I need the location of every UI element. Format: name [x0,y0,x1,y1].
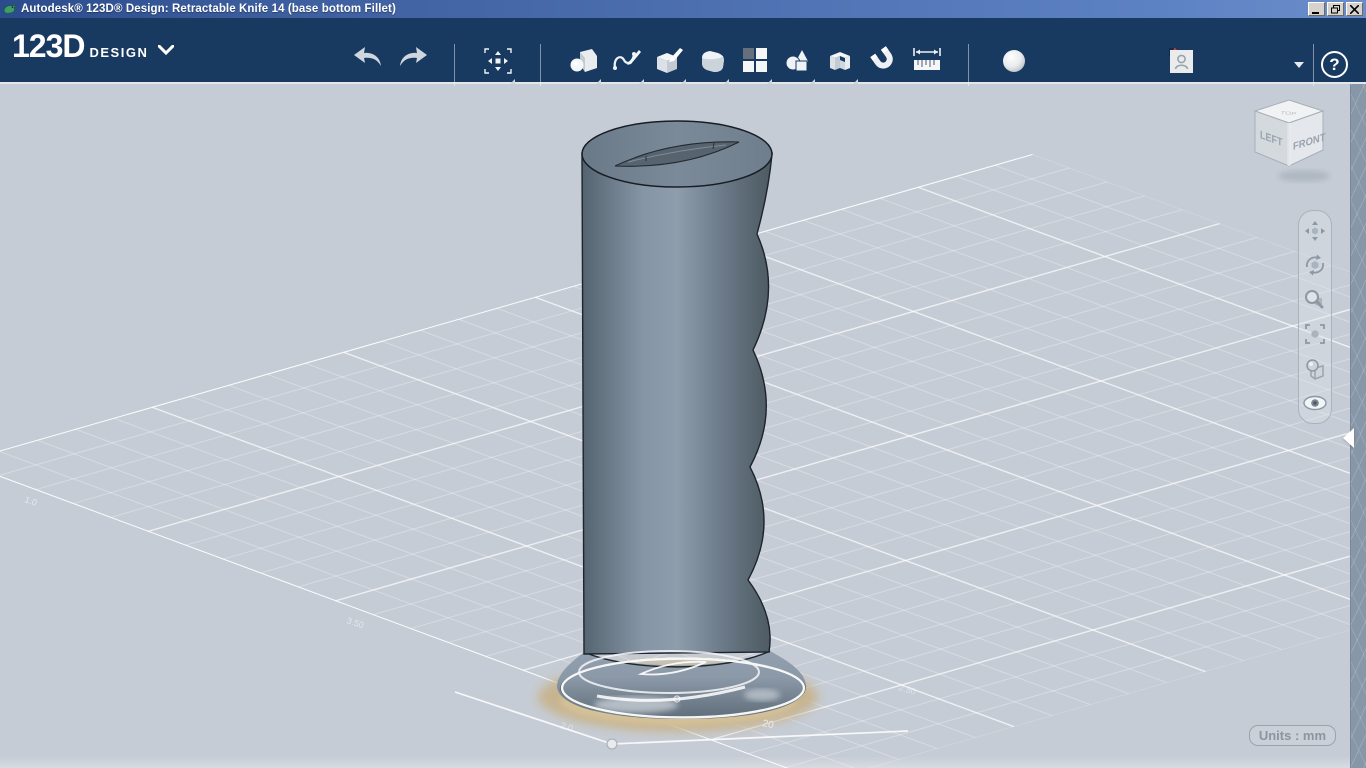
app-icon [3,4,17,14]
modify-fillet-icon [702,51,724,72]
minimize-button[interactable] [1308,2,1325,16]
dropdown-indicator [810,79,815,84]
combine-icon [785,47,810,72]
dropdown-indicator [596,79,601,84]
viewport-bottom-fade [0,756,1350,768]
view-settings-icon [1306,358,1324,380]
dropdown-indicator [767,79,772,84]
logo-brand: 123D [12,28,85,64]
units-indicator[interactable]: Units : mm [1248,725,1336,746]
dropdown-indicator [510,79,515,84]
dropdown-indicator [681,79,686,84]
modify-button[interactable] [693,46,731,86]
app-logo-menu[interactable]: 123D DESIGN [12,28,175,65]
viewport-canvas[interactable]: 1.0 3.50 2.0 2.50 20 TOP LEFT FRONT Unit… [0,82,1366,768]
account-avatar-icon [1169,48,1193,73]
construct-icon [657,48,683,73]
fit-button[interactable] [1302,320,1328,348]
construct-button[interactable] [650,46,688,86]
main-toolbar: 123D DESIGN ? [0,18,1366,86]
snap-button[interactable] [865,46,903,86]
zoom-button[interactable] [1302,286,1328,314]
show-hide-button[interactable] [1302,389,1328,417]
split-solid-button[interactable] [822,46,860,86]
logo-sub: DESIGN [89,45,149,60]
window-titlebar: Autodesk® 123D® Design: Retractable Knif… [0,0,1366,18]
restore-icon [1330,4,1340,13]
grid-axis-label: 2.50 [897,682,917,696]
orbit-icon [1305,254,1325,276]
close-button[interactable] [1346,2,1363,16]
redo-icon [400,47,427,66]
fit-icon [1305,324,1325,345]
view-settings-button[interactable] [1302,355,1328,383]
sketch-icon [613,50,641,70]
combine-button[interactable] [779,46,817,86]
measure-button[interactable] [908,46,946,86]
toolbar-separator [968,44,969,86]
grid-axis-label: 1.0 [23,494,38,507]
navigation-rail [1298,210,1332,424]
pattern-icon [743,48,767,72]
model-handle-body[interactable] [581,120,773,655]
sketch-dimension-label: 20 [761,718,775,731]
material-button[interactable] [995,46,1033,86]
primitives-icon [570,49,597,72]
primitives-button[interactable] [565,46,603,86]
toolbar-separator [540,44,541,86]
chevron-down-icon [158,45,175,55]
orbit-button[interactable] [1302,251,1328,279]
transform-button[interactable] [479,46,517,86]
dropdown-indicator [724,79,729,84]
pan-icon [1305,221,1325,241]
undo-icon [354,47,381,66]
dropdown-indicator [853,79,858,84]
snap-magnet-icon [870,46,893,69]
close-icon [1350,4,1359,14]
pattern-button[interactable] [736,46,774,86]
dropdown-indicator [639,79,644,84]
measure-icon [913,48,941,70]
split-solid-icon [830,52,850,70]
show-hide-eye-icon [1303,395,1327,411]
scene-3d: 1.03.502.02.50 20 [0,120,1366,768]
redo-button[interactable] [394,46,432,86]
view-cube[interactable]: TOP LEFT FRONT [1246,92,1342,188]
parts-panel-strip[interactable] [1343,84,1366,768]
transform-move-icon [484,48,512,74]
undo-button[interactable] [349,46,387,86]
toolbar-separator [1313,44,1314,86]
restore-button[interactable] [1327,2,1344,16]
pan-button[interactable] [1302,217,1328,245]
window-title: Autodesk® 123D® Design: Retractable Knif… [21,3,396,15]
material-sphere-icon [1003,50,1025,72]
help-button[interactable]: ? [1321,51,1348,78]
panel-expand-arrow-icon[interactable] [1343,428,1354,448]
account-button[interactable] [1162,46,1200,86]
account-dropdown-caret[interactable] [1294,62,1304,68]
minimize-icon [1312,11,1319,14]
zoom-icon [1305,289,1324,309]
toolbar-separator [454,44,455,86]
grid-axis-label: 3.50 [345,615,365,630]
sketch-button[interactable] [608,46,646,86]
